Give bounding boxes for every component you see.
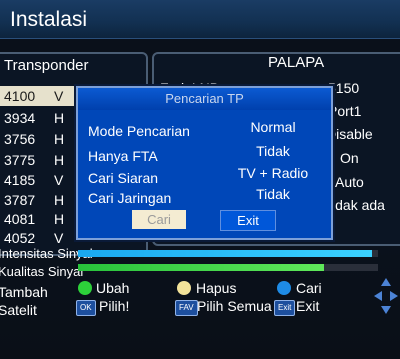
exit-label: Exit <box>296 298 320 314</box>
search-button[interactable]: Cari <box>132 210 186 229</box>
transponder-frequency: 4081 <box>4 211 36 227</box>
dialog-title: Pencarian TP <box>78 88 331 110</box>
select-label: Pilih! <box>99 298 130 314</box>
search-channels-value[interactable]: TV + Radio <box>228 165 318 181</box>
navigation-arrows-icon <box>374 278 398 314</box>
transponder-frequency: 3775 <box>4 152 36 168</box>
mode-value[interactable]: Auto <box>335 174 364 190</box>
ok-key-icon[interactable]: OK <box>76 300 96 316</box>
satellite-label: Satelit <box>0 302 37 318</box>
setting-value[interactable]: Disable <box>326 126 373 142</box>
yellow-key-icon[interactable] <box>177 281 191 295</box>
fta-only-value[interactable]: Tidak <box>228 143 318 159</box>
signal-quality-label: Kualitas Sinyal <box>0 264 84 279</box>
fav-key-icon[interactable]: FAV <box>175 300 198 316</box>
header-bar: Instalasi <box>0 0 400 39</box>
green-key-icon[interactable] <box>78 281 92 295</box>
transponder-polarity: V <box>54 172 64 188</box>
power-value[interactable]: On <box>340 150 359 166</box>
search-label: Cari <box>296 280 322 296</box>
page-title: Instalasi <box>10 8 88 31</box>
transponder-polarity: V <box>54 88 64 104</box>
satellite-name: PALAPA <box>268 54 325 71</box>
network-value[interactable]: Tidak ada <box>324 197 385 213</box>
exit-key-icon[interactable]: Exit <box>274 300 296 316</box>
transponder-frequency: 4185 <box>4 172 36 188</box>
blue-key-icon[interactable] <box>277 281 291 295</box>
transponder-polarity: H <box>54 110 65 126</box>
search-mode-label: Mode Pencarian <box>88 123 190 139</box>
exit-button[interactable]: Exit <box>220 210 276 231</box>
signal-intensity-bar <box>78 250 378 257</box>
transponder-polarity: H <box>54 192 65 208</box>
transponder-polarity: H <box>54 211 65 227</box>
search-network-value[interactable]: Tidak <box>228 186 318 202</box>
transponder-polarity: V <box>54 230 64 246</box>
add-label: Tambah <box>0 284 48 300</box>
transponder-panel-header: Transponder <box>0 54 150 78</box>
transponder-frequency: 4100 <box>4 88 36 104</box>
diseqc-port-value[interactable]: Port1 <box>328 103 361 119</box>
signal-quality-bar <box>78 264 378 271</box>
delete-label: Hapus <box>196 280 237 296</box>
fta-only-label: Hanya FTA <box>88 148 158 164</box>
installation-screen: Instalasi Transponder 4100 V 3934 H 3756… <box>0 0 400 359</box>
transponder-polarity: H <box>54 131 65 147</box>
transponder-panel-title: Transponder <box>4 57 89 74</box>
search-tp-dialog: Pencarian TP Mode Pencarian Normal Hanya… <box>76 86 333 240</box>
search-network-label: Cari Jaringan <box>88 190 172 206</box>
edit-label: Ubah <box>96 280 130 296</box>
select-all-label: Pilih Semua <box>197 298 272 314</box>
transponder-frequency: 3756 <box>4 131 36 147</box>
search-mode-value[interactable]: Normal <box>228 119 318 135</box>
search-channels-label: Cari Siaran <box>88 170 159 186</box>
signal-intensity-fill <box>78 250 372 257</box>
transponder-frequency: 3787 <box>4 192 36 208</box>
transponder-frequency: 4052 <box>4 230 36 246</box>
transponder-polarity: H <box>54 152 65 168</box>
transponder-frequency: 3934 <box>4 110 36 126</box>
signal-quality-fill <box>78 264 324 271</box>
